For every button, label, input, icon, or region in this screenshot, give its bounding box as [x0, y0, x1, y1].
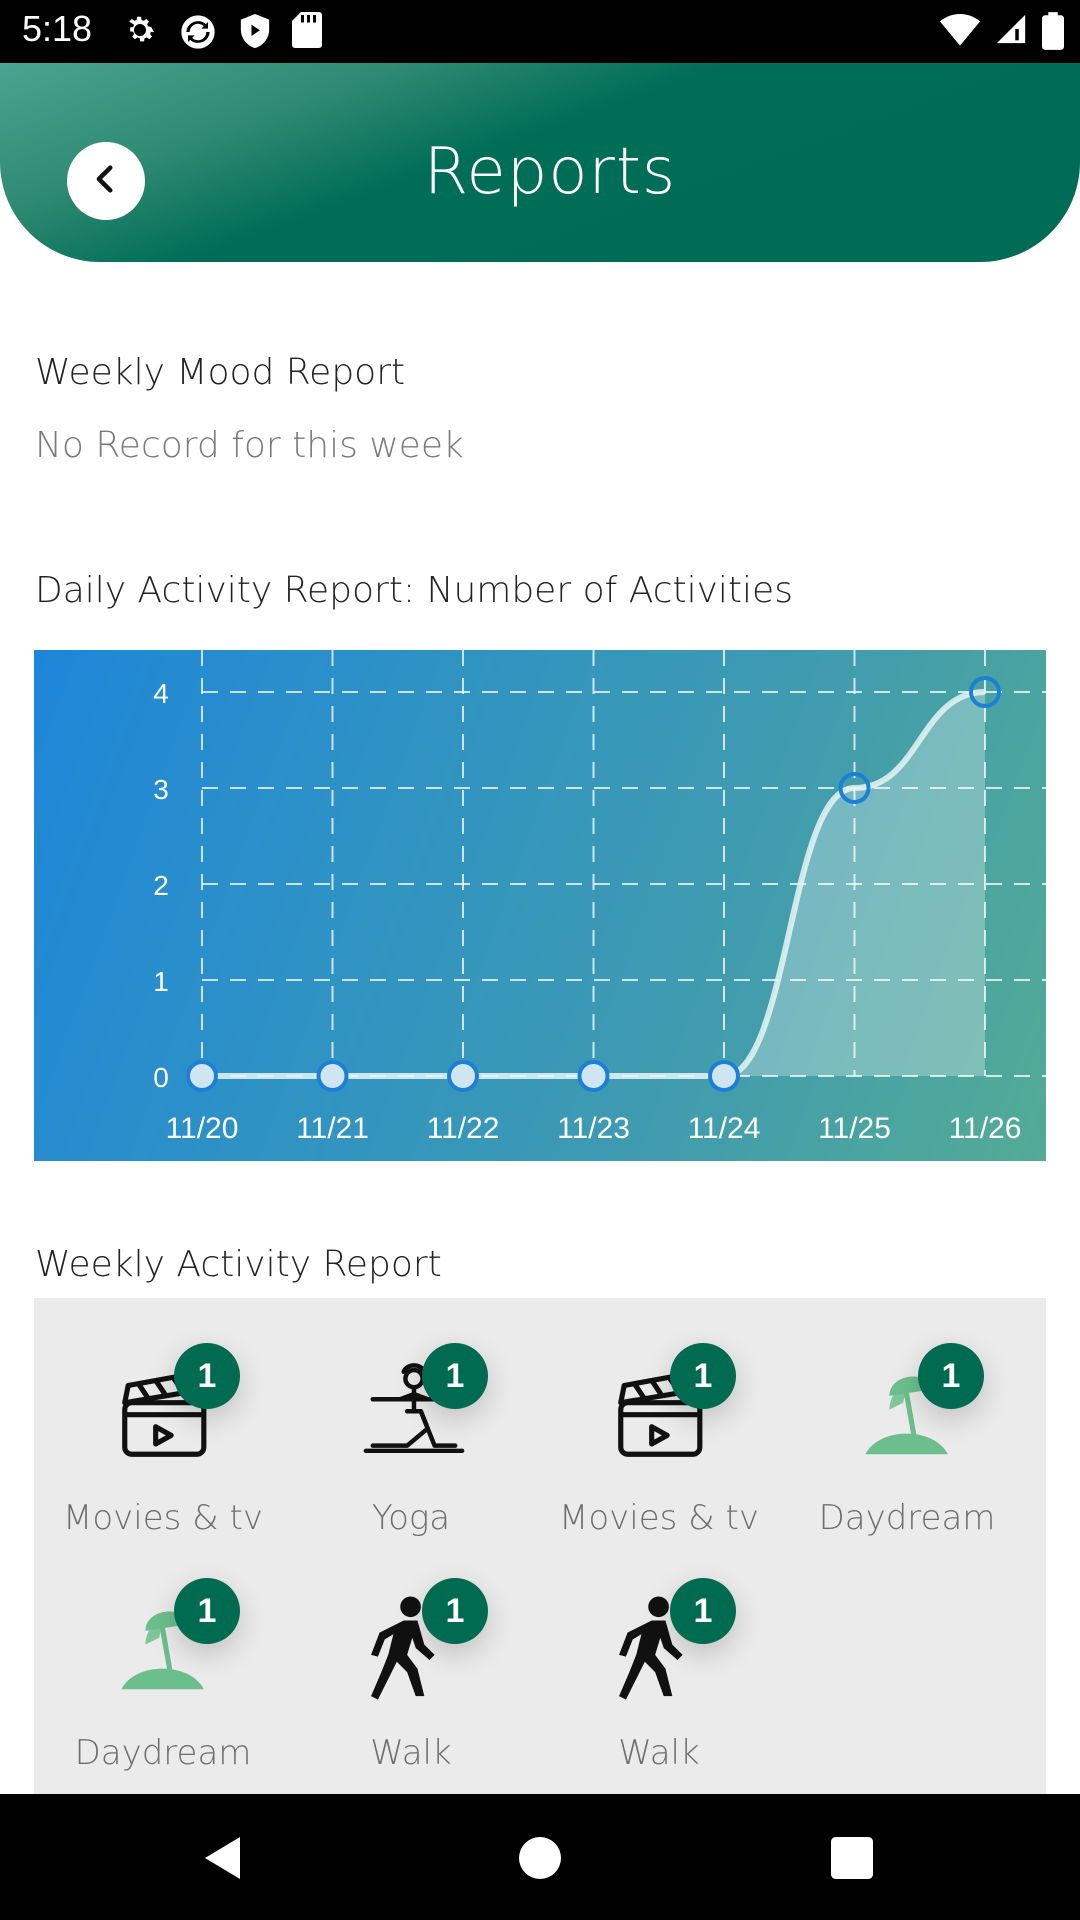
mood-report-empty-text: No Record for this week: [35, 425, 464, 466]
y-tick-label: 2: [153, 870, 169, 901]
count-badge: 1: [174, 1578, 240, 1644]
y-tick-label: 4: [153, 678, 169, 709]
activity-chart-title: Daily Activity Report: Number of Activit…: [35, 570, 793, 611]
circle-home-icon: [519, 1837, 561, 1879]
activity-label: Walk: [618, 1733, 700, 1773]
activity-item[interactable]: 1 Movies & tv: [535, 1298, 783, 1538]
x-tick-label: 11/24: [688, 1112, 761, 1145]
square-recents-icon: [831, 1837, 873, 1879]
count-badge: 1: [174, 1343, 240, 1409]
sync-app-icon: [178, 12, 218, 52]
x-tick-label: 11/21: [296, 1112, 369, 1145]
status-icons-right: [940, 12, 1064, 50]
activity-label: Yoga: [371, 1498, 451, 1538]
x-tick-label: 11/26: [949, 1112, 1022, 1145]
x-tick-label: 11/23: [557, 1112, 630, 1145]
nav-recents-button[interactable]: [824, 1830, 880, 1886]
signal-icon: [994, 12, 1028, 50]
data-point-11-22: [447, 1060, 479, 1092]
activity-line-chart: 0 1 2 3 4 11/20 11/21 11/22 11/23 11/24 11/25 11/26: [34, 650, 1046, 1161]
y-tick-label: 1: [153, 966, 169, 997]
activity-item[interactable]: 1 Walk: [287, 1533, 535, 1773]
activity-label: Daydream: [818, 1498, 996, 1538]
activity-item[interactable]: 1 Walk: [535, 1533, 783, 1773]
activity-item[interactable]: 1 Daydream: [39, 1533, 287, 1773]
count-badge: 1: [918, 1343, 984, 1409]
mood-report-title: Weekly Mood Report: [35, 352, 406, 393]
activity-label: Movies & tv: [63, 1498, 263, 1538]
weekly-activity-title: Weekly Activity Report: [35, 1244, 442, 1285]
settings-icon: [122, 12, 158, 52]
data-point-11-20: [186, 1060, 218, 1092]
x-tick-label: 11/25: [818, 1112, 891, 1145]
triangle-back-icon: [205, 1837, 240, 1879]
data-point-11-21: [316, 1060, 349, 1092]
navigation-bar: [0, 1794, 1080, 1920]
count-badge: 1: [422, 1578, 488, 1644]
y-tick-label: 3: [153, 774, 169, 805]
nav-back-button[interactable]: [198, 1830, 254, 1886]
sd-card-icon: [292, 12, 322, 52]
status-bar: 5:18: [0, 0, 1080, 63]
activity-label: Movies & tv: [559, 1498, 759, 1538]
activity-item[interactable]: 1 Yoga: [287, 1298, 535, 1538]
wifi-icon: [940, 12, 980, 50]
status-time: 5:18: [22, 8, 93, 49]
count-badge: 1: [670, 1578, 736, 1644]
x-tick-label: 11/20: [166, 1112, 239, 1145]
y-tick-label: 0: [153, 1062, 169, 1093]
weekly-activity-grid: 1 Movies & tv 1 Yoga 1 Movies & tv 1 Daydream 1 D…: [34, 1298, 1046, 1794]
battery-icon: [1042, 12, 1064, 50]
activity-label: Walk: [370, 1733, 452, 1773]
header-bar: Reports: [0, 63, 1080, 262]
count-badge: 1: [422, 1343, 488, 1409]
nav-home-button[interactable]: [512, 1830, 568, 1886]
x-tick-label: 11/22: [427, 1112, 500, 1145]
data-point-11-23: [577, 1060, 610, 1092]
activity-item[interactable]: 1 Movies & tv: [39, 1298, 287, 1538]
shield-play-icon: [238, 12, 272, 52]
status-icons-left: [122, 12, 322, 52]
chart-svg: 0 1 2 3 4 11/20 11/21 11/22 11/23 11/24 11/25 11/26: [153, 650, 1046, 1145]
count-badge: 1: [670, 1343, 736, 1409]
activity-label: Daydream: [74, 1733, 252, 1773]
activity-item[interactable]: 1 Daydream: [783, 1298, 1031, 1538]
data-point-11-24: [708, 1060, 740, 1092]
page-title: Reports: [423, 135, 677, 209]
